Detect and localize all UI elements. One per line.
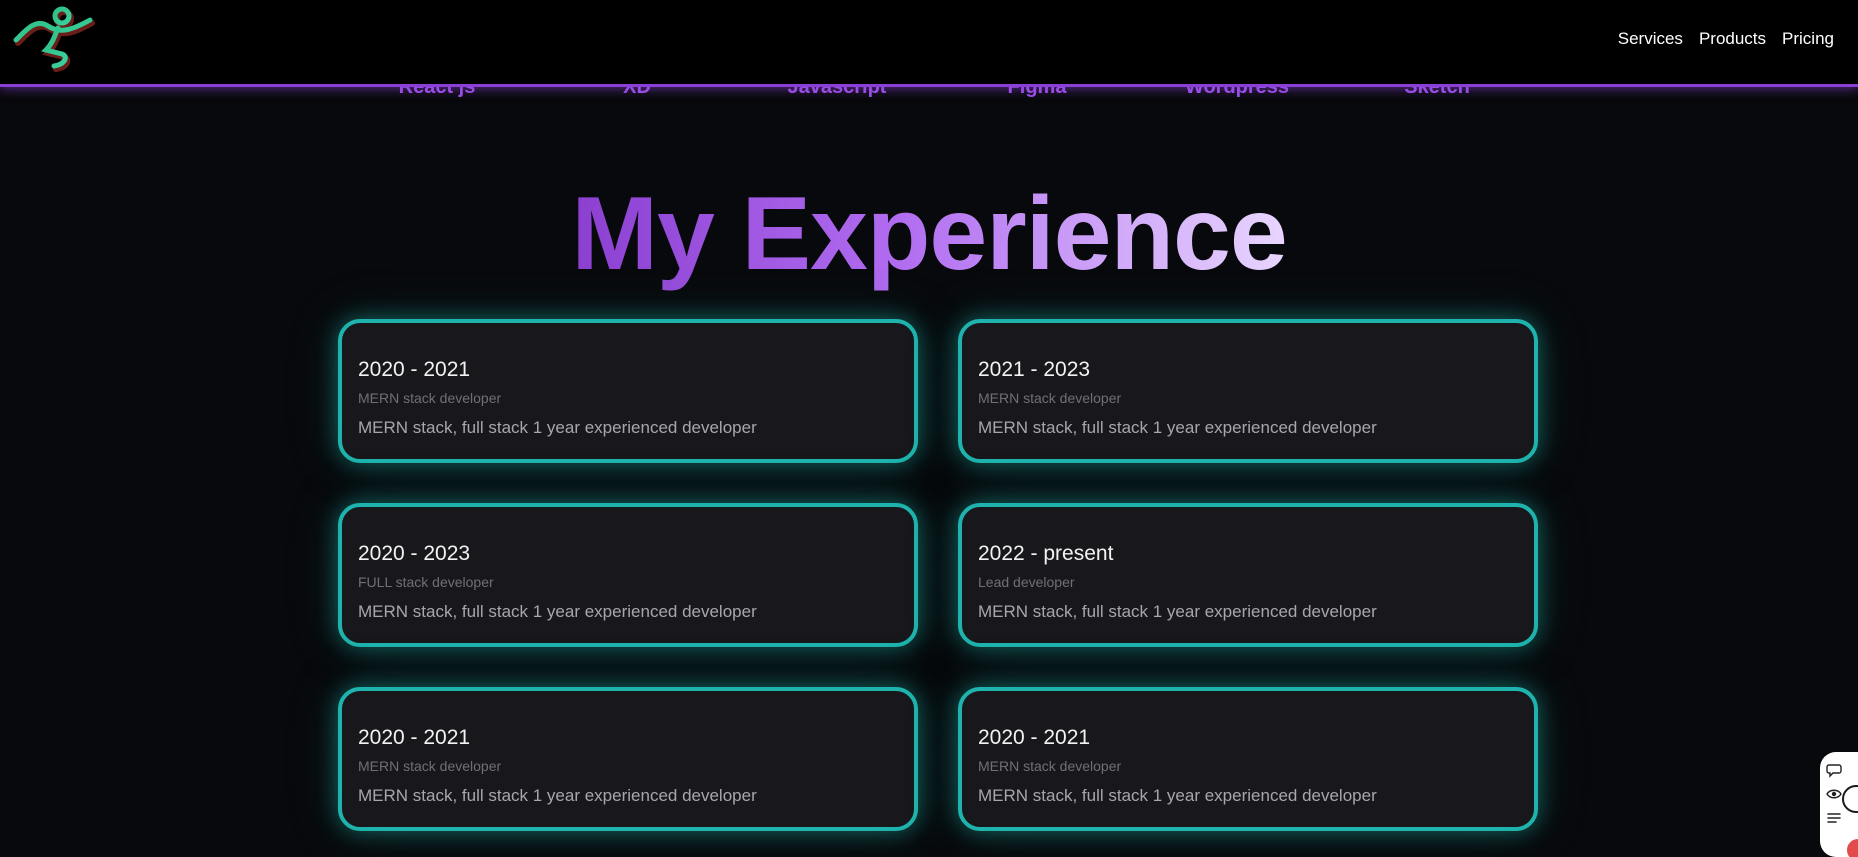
experience-period: 2020 - 2021 xyxy=(978,726,1091,749)
experience-role: FULL stack developer xyxy=(358,574,494,590)
experience-description: MERN stack, full stack 1 year experience… xyxy=(358,786,757,805)
experience-role: MERN stack developer xyxy=(358,390,502,406)
main-nav: Services Products Pricing xyxy=(1618,28,1834,50)
experience-card: 2021 - 2023 MERN stack developer MERN st… xyxy=(958,319,1538,463)
site-header: Services Products Pricing xyxy=(0,0,1858,87)
floating-widget xyxy=(1820,752,1858,857)
experience-grid: 2020 - 2021 MERN stack developer MERN st… xyxy=(338,319,1538,831)
experience-period: 2020 - 2021 xyxy=(358,358,471,381)
experience-period: 2021 - 2023 xyxy=(978,358,1091,381)
chat-icon[interactable] xyxy=(1826,762,1842,778)
experience-role: MERN stack developer xyxy=(358,758,502,774)
experience-description: MERN stack, full stack 1 year experience… xyxy=(978,786,1377,805)
widget-toggle-button[interactable] xyxy=(1842,785,1858,813)
experience-description: MERN stack, full stack 1 year experience… xyxy=(978,602,1377,621)
stick-figure-logo-icon[interactable] xyxy=(12,4,106,76)
experience-card: 2020 - 2021 MERN stack developer MERN st… xyxy=(958,687,1538,831)
widget-notification-badge[interactable] xyxy=(1844,836,1858,857)
section-title: My Experience xyxy=(0,172,1858,296)
nav-services-link[interactable]: Services xyxy=(1618,28,1683,50)
experience-period: 2020 - 2021 xyxy=(358,726,471,749)
experience-card: 2020 - 2021 MERN stack developer MERN st… xyxy=(338,319,918,463)
section-title-text: My Experience xyxy=(571,176,1287,292)
experience-card: 2020 - 2023 FULL stack developer MERN st… xyxy=(338,503,918,647)
experience-role: Lead developer xyxy=(978,574,1075,590)
experience-period: 2022 - present xyxy=(978,542,1114,565)
experience-description: MERN stack, full stack 1 year experience… xyxy=(358,418,757,437)
list-icon[interactable] xyxy=(1826,810,1842,826)
experience-role: MERN stack developer xyxy=(978,390,1122,406)
page: Services Products Pricing React js XD Ja… xyxy=(0,0,1858,857)
nav-products-link[interactable]: Products xyxy=(1699,28,1766,50)
experience-description: MERN stack, full stack 1 year experience… xyxy=(978,418,1377,437)
experience-card: 2022 - present Lead developer MERN stack… xyxy=(958,503,1538,647)
experience-card: 2020 - 2021 MERN stack developer MERN st… xyxy=(338,687,918,831)
eye-icon[interactable] xyxy=(1826,786,1842,802)
experience-period: 2020 - 2023 xyxy=(358,542,471,565)
nav-pricing-link[interactable]: Pricing xyxy=(1782,28,1834,50)
experience-role: MERN stack developer xyxy=(978,758,1122,774)
experience-description: MERN stack, full stack 1 year experience… xyxy=(358,602,757,621)
